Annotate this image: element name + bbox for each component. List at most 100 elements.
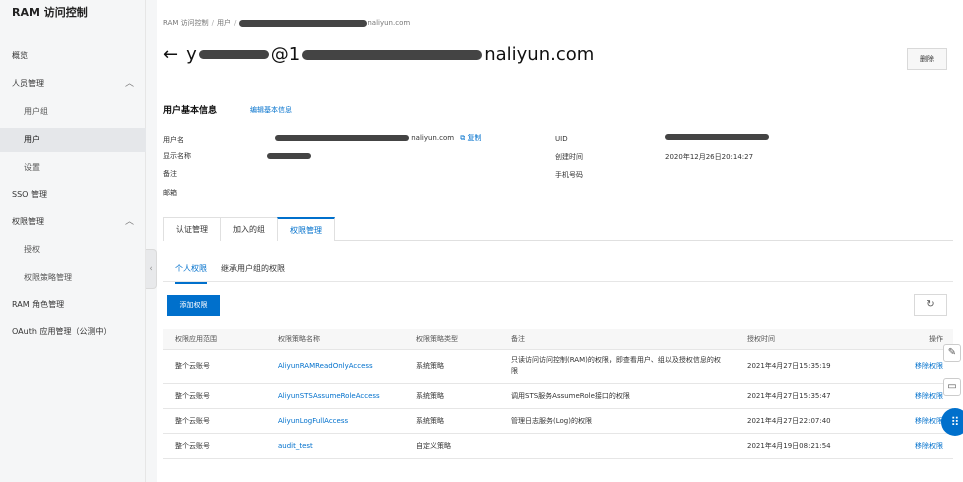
note-cell: 只读访问访问控制(RAM)的权限，即查看用户、组以及授权信息的权限 bbox=[499, 349, 735, 384]
refresh-icon: ↻ bbox=[926, 299, 935, 310]
sidebar-item-label: RAM 角色管理 bbox=[12, 300, 65, 309]
policy-link[interactable]: AliyunSTSAssumeRoleAccess bbox=[278, 392, 380, 400]
action-cell: 移除权限 bbox=[880, 433, 953, 459]
scope-cell: 整个云账号 bbox=[163, 349, 266, 384]
type-cell: 系统策略 bbox=[404, 349, 499, 384]
phone-label: 手机号码 bbox=[555, 171, 583, 179]
sidebar-item-label: 权限策略管理 bbox=[24, 273, 72, 282]
delete-button[interactable]: 删除 bbox=[907, 48, 947, 70]
table-row: 整个云账号 AliyunRAMReadOnlyAccess 系统策略 只读访问访… bbox=[163, 349, 953, 384]
edit-basic-info-link[interactable]: 编辑基本信息 bbox=[250, 105, 292, 115]
sidebar-item-oauth[interactable]: OAuth 应用管理（公测中） bbox=[0, 320, 146, 344]
sidebar: RAM 访问控制 概览 人员管理 ︿ 用户组 用户 设置 SSO 管理 权限管理 ︿… bbox=[0, 0, 146, 482]
back-arrow-icon[interactable]: ← bbox=[163, 44, 178, 65]
policy-cell: AliyunLogFullAccess bbox=[266, 408, 404, 434]
remove-permission-link[interactable]: 移除权限 bbox=[915, 442, 943, 450]
scope-cell: 整个云账号 bbox=[163, 408, 266, 434]
sidebar-item-label: 设置 bbox=[24, 163, 40, 172]
sidebar-title: RAM 访问控制 bbox=[12, 6, 88, 19]
note-cell bbox=[499, 433, 735, 459]
sidebar-item-label: 授权 bbox=[24, 245, 40, 254]
remove-permission-link[interactable]: 移除权限 bbox=[915, 392, 943, 400]
sidebar-item-label: 概览 bbox=[12, 51, 28, 60]
redaction bbox=[665, 134, 769, 140]
sidebar-item-label: SSO 管理 bbox=[12, 190, 47, 199]
time-cell: 2021年4月27日15:35:19 bbox=[735, 349, 880, 384]
sidebar-item-roles[interactable]: RAM 角色管理 bbox=[0, 293, 146, 317]
sidebar-item-policies[interactable]: 权限策略管理 bbox=[0, 266, 146, 290]
breadcrumb: RAM 访问控制 / 用户 / naliyun.com bbox=[163, 19, 411, 27]
page-title: ← y @1 naliyun.com bbox=[163, 44, 595, 65]
apps-icon[interactable]: ⠿ bbox=[941, 408, 963, 436]
breadcrumb-root[interactable]: RAM 访问控制 bbox=[163, 19, 209, 27]
permissions-table: 权限应用范围 权限策略名称 权限策略类型 备注 授权时间 操作 整个云账号 Al… bbox=[163, 329, 953, 459]
tab-groups[interactable]: 加入的组 bbox=[220, 217, 278, 241]
sidebar-item-identities[interactable]: 人员管理 ︿ bbox=[0, 72, 146, 96]
sidebar-item-label: OAuth 应用管理（公测中） bbox=[12, 327, 112, 336]
policy-link[interactable]: audit_test bbox=[278, 442, 313, 450]
tab-permissions[interactable]: 权限管理 bbox=[277, 217, 335, 241]
sidebar-item-grants[interactable]: 授权 bbox=[0, 238, 146, 262]
table-header-row: 权限应用范围 权限策略名称 权限策略类型 备注 授权时间 操作 bbox=[163, 329, 953, 350]
feedback-icon[interactable]: ✎ bbox=[943, 344, 961, 362]
scope-cell: 整个云账号 bbox=[163, 433, 266, 459]
sidebar-item-permissions[interactable]: 权限管理 ︿ bbox=[0, 210, 146, 234]
column-header: 权限策略名称 bbox=[266, 329, 404, 350]
time-cell: 2021年4月27日15:35:47 bbox=[735, 383, 880, 409]
created-value: 2020年12月26日20:14:27 bbox=[665, 153, 754, 161]
basic-info-title: 用户基本信息 bbox=[163, 106, 218, 116]
sidebar-collapse-toggle[interactable]: ‹ bbox=[146, 249, 157, 289]
policy-cell: AliyunRAMReadOnlyAccess bbox=[266, 349, 404, 384]
username-value: naliyun.com ⧉ 复制 bbox=[275, 133, 482, 143]
uid-label: UID bbox=[555, 135, 568, 143]
display-name-label: 显示名称 bbox=[163, 152, 191, 160]
divider bbox=[163, 281, 953, 282]
main-content: RAM 访问控制 / 用户 / naliyun.com ← y @1 naliyun.c… bbox=[157, 0, 963, 482]
breadcrumb-users[interactable]: 用户 bbox=[217, 19, 231, 27]
remove-permission-link[interactable]: 移除权限 bbox=[915, 362, 943, 370]
refresh-button[interactable]: ↻ bbox=[914, 294, 947, 316]
redaction bbox=[239, 19, 368, 27]
uid-value bbox=[665, 133, 769, 141]
breadcrumb-current: naliyun.com bbox=[367, 19, 411, 27]
copy-button[interactable]: ⧉ 复制 bbox=[460, 134, 481, 142]
sidebar-item-overview[interactable]: 概览 bbox=[0, 44, 146, 68]
type-cell: 自定义策略 bbox=[404, 433, 499, 459]
remove-permission-link[interactable]: 移除权限 bbox=[915, 417, 943, 425]
policy-cell: AliyunSTSAssumeRoleAccess bbox=[266, 383, 404, 409]
column-header: 权限应用范围 bbox=[163, 329, 266, 350]
sidebar-item-groups[interactable]: 用户组 bbox=[0, 100, 146, 124]
sidebar-item-sso[interactable]: SSO 管理 bbox=[0, 183, 146, 207]
note-cell: 管理日志服务(Log)的权限 bbox=[499, 408, 735, 434]
column-header: 授权时间 bbox=[735, 329, 880, 350]
detail-tabs: 认证管理 加入的组 权限管理 bbox=[163, 217, 953, 241]
sidebar-item-label: 用户 bbox=[24, 135, 40, 144]
sidebar-item-settings[interactable]: 设置 bbox=[0, 156, 146, 180]
add-permission-button[interactable]: 添加权限 bbox=[167, 295, 220, 316]
sidebar-item-label: 权限管理 bbox=[12, 217, 44, 226]
redaction bbox=[198, 50, 269, 59]
policy-link[interactable]: AliyunLogFullAccess bbox=[278, 417, 348, 425]
username-label: 用户名 bbox=[163, 136, 184, 144]
tab-auth[interactable]: 认证管理 bbox=[163, 217, 221, 241]
time-cell: 2021年4月19日08:21:54 bbox=[735, 433, 880, 459]
type-cell: 系统策略 bbox=[404, 383, 499, 409]
type-cell: 系统策略 bbox=[404, 408, 499, 434]
policy-cell: audit_test bbox=[266, 433, 404, 459]
column-header: 备注 bbox=[499, 329, 735, 350]
sidebar-item-label: 人员管理 bbox=[12, 79, 44, 88]
sidebar-item-label: 用户组 bbox=[24, 107, 48, 116]
column-header: 权限策略类型 bbox=[404, 329, 499, 350]
chevron-up-icon: ︿ bbox=[124, 217, 134, 227]
policy-link[interactable]: AliyunRAMReadOnlyAccess bbox=[278, 362, 373, 370]
table-row: 整个云账号 AliyunSTSAssumeRoleAccess 系统策略 调用S… bbox=[163, 383, 953, 409]
sidebar-item-users[interactable]: 用户 bbox=[0, 128, 146, 152]
time-cell: 2021年4月27日22:07:40 bbox=[735, 408, 880, 434]
email-label: 邮箱 bbox=[163, 189, 177, 197]
scope-cell: 整个云账号 bbox=[163, 383, 266, 409]
table-row: 整个云账号 audit_test 自定义策略 2021年4月19日08:21:5… bbox=[163, 433, 953, 459]
display-name-value bbox=[267, 152, 311, 160]
chat-icon[interactable]: ▭ bbox=[943, 378, 961, 396]
table-row: 整个云账号 AliyunLogFullAccess 系统策略 管理日志服务(Lo… bbox=[163, 408, 953, 434]
created-label: 创建时间 bbox=[555, 153, 583, 161]
